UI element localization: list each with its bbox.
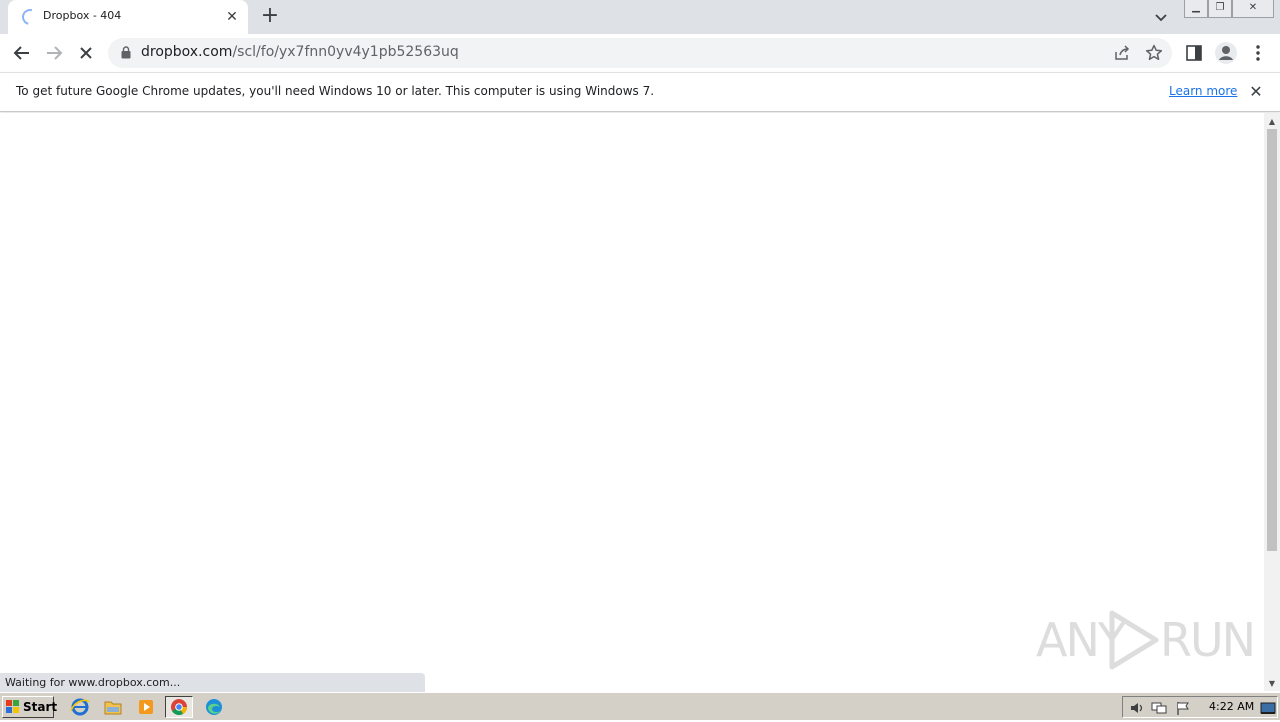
anyrun-watermark: ANY RUN bbox=[1036, 605, 1256, 675]
stop-icon bbox=[80, 47, 92, 59]
url-host: dropbox.com bbox=[141, 44, 233, 60]
profile-avatar-icon[interactable] bbox=[1214, 41, 1238, 65]
taskbar-explorer[interactable] bbox=[99, 696, 127, 718]
learn-more-link[interactable]: Learn more bbox=[1169, 84, 1237, 98]
file-explorer-icon bbox=[104, 701, 122, 715]
internet-explorer-icon bbox=[70, 698, 90, 716]
chrome-icon bbox=[171, 699, 187, 715]
scroll-thumb[interactable] bbox=[1267, 129, 1277, 551]
windows-taskbar: Start 4:22 AM bbox=[0, 692, 1280, 720]
volume-icon[interactable] bbox=[1129, 700, 1145, 716]
new-tab-button[interactable]: + bbox=[258, 5, 282, 29]
browser-toolbar: dropbox.com/scl/fo/yx7fnn0yv4y1pb52563uq bbox=[0, 34, 1280, 72]
media-player-icon bbox=[139, 700, 153, 714]
infobar-message: To get future Google Chrome updates, you… bbox=[16, 84, 655, 98]
share-icon[interactable] bbox=[1112, 43, 1132, 63]
edge-icon bbox=[206, 699, 222, 715]
taskbar-chrome[interactable] bbox=[165, 696, 193, 718]
loading-spinner-icon bbox=[19, 6, 41, 28]
close-window-icon[interactable]: ✕ bbox=[1232, 0, 1274, 18]
taskbar-media-player[interactable] bbox=[132, 696, 160, 718]
status-bubble: Waiting for www.dropbox.com... bbox=[0, 673, 425, 692]
side-panel-icon[interactable] bbox=[1184, 43, 1204, 63]
taskbar-clock[interactable]: 4:22 AM bbox=[1209, 700, 1254, 713]
watermark-text-right: RUN bbox=[1160, 613, 1256, 667]
browser-tab[interactable]: Dropbox - 404 ✕ bbox=[8, 0, 248, 34]
stop-loading-button[interactable] bbox=[72, 39, 100, 67]
url-path: /scl/fo/yx7fnn0yv4y1pb52563uq bbox=[232, 44, 459, 60]
forward-arrow-icon bbox=[47, 46, 63, 60]
start-label: Start bbox=[23, 700, 58, 714]
system-tray: 4:22 AM bbox=[1122, 696, 1278, 718]
tab-title: Dropbox - 404 bbox=[43, 9, 122, 22]
scroll-up-arrow-icon[interactable]: ▲ bbox=[1264, 115, 1280, 129]
tab-close-icon[interactable]: ✕ bbox=[222, 7, 242, 27]
vertical-scrollbar[interactable]: ▲ ▼ bbox=[1264, 113, 1280, 691]
tab-search-chevron-icon[interactable] bbox=[1150, 6, 1172, 28]
address-bar[interactable]: dropbox.com/scl/fo/yx7fnn0yv4y1pb52563uq bbox=[108, 38, 1172, 68]
menu-kebab-icon[interactable] bbox=[1250, 43, 1266, 63]
taskbar-ie[interactable] bbox=[66, 696, 94, 718]
play-logo-icon bbox=[1109, 610, 1159, 670]
update-infobar: To get future Google Chrome updates, you… bbox=[0, 72, 1280, 112]
network-icon[interactable] bbox=[1151, 700, 1167, 716]
windows-flag-icon bbox=[6, 700, 19, 713]
start-button[interactable]: Start bbox=[2, 696, 58, 718]
forward-button[interactable] bbox=[40, 39, 68, 67]
infobar-close-icon[interactable]: ✕ bbox=[1246, 82, 1266, 102]
tab-strip: Dropbox - 404 ✕ + ▁ ❐ ✕ bbox=[0, 0, 1280, 34]
back-button[interactable] bbox=[8, 39, 36, 67]
bookmark-star-icon[interactable] bbox=[1144, 43, 1164, 63]
show-desktop-icon[interactable] bbox=[1260, 700, 1276, 716]
action-center-flag-icon[interactable] bbox=[1175, 700, 1191, 716]
restore-window-icon[interactable]: ❐ bbox=[1208, 0, 1232, 18]
scroll-down-arrow-icon[interactable]: ▼ bbox=[1264, 677, 1280, 691]
back-arrow-icon bbox=[13, 46, 29, 60]
taskbar-edge[interactable] bbox=[200, 696, 228, 718]
lock-icon[interactable] bbox=[121, 46, 131, 59]
minimize-window-icon[interactable]: ▁ bbox=[1184, 0, 1208, 18]
url-text[interactable]: dropbox.com/scl/fo/yx7fnn0yv4y1pb52563uq bbox=[141, 44, 459, 60]
